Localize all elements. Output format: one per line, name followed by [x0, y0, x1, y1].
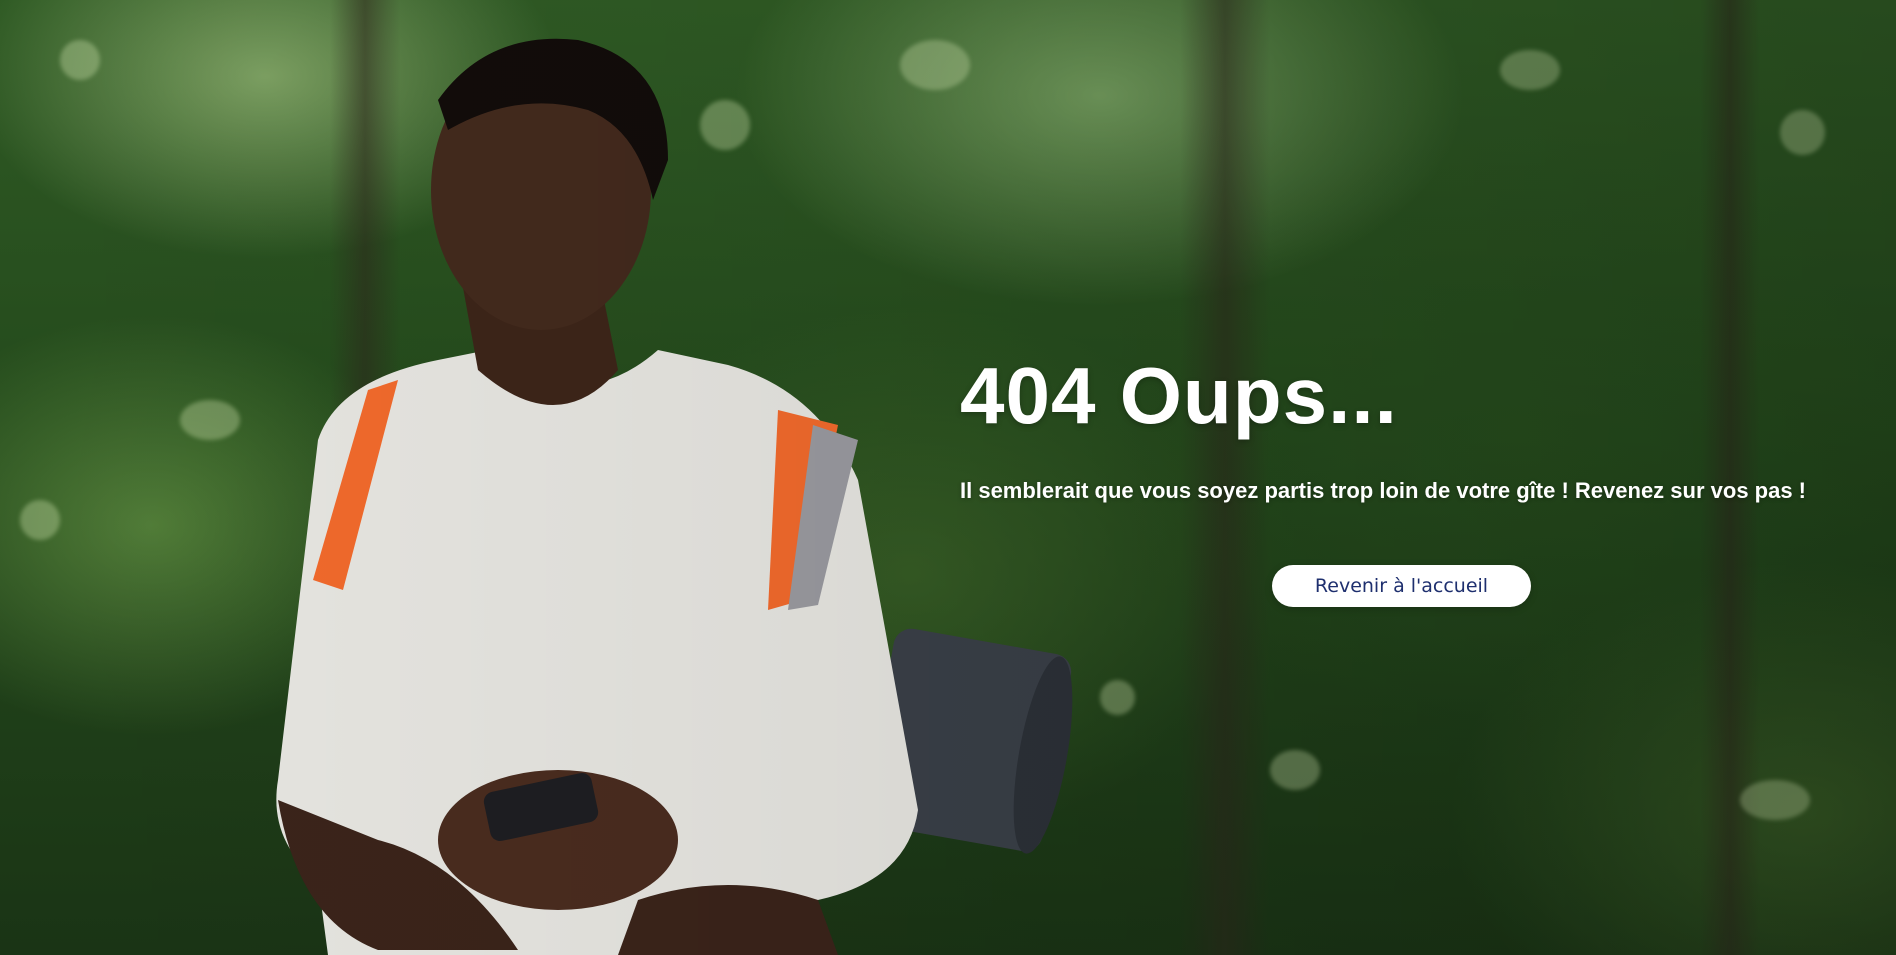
- back-home-button[interactable]: Revenir à l'accueil: [1272, 565, 1531, 607]
- error-message: Il semblerait que vous soyez partis trop…: [960, 478, 1807, 503]
- error-content: 404 Oups... Il semblerait que vous soyez…: [960, 350, 1840, 506]
- button-container: Revenir à l'accueil: [1272, 565, 1531, 607]
- error-page: 404 Oups... Il semblerait que vous soyez…: [0, 0, 1896, 955]
- error-title: 404 Oups...: [960, 351, 1398, 440]
